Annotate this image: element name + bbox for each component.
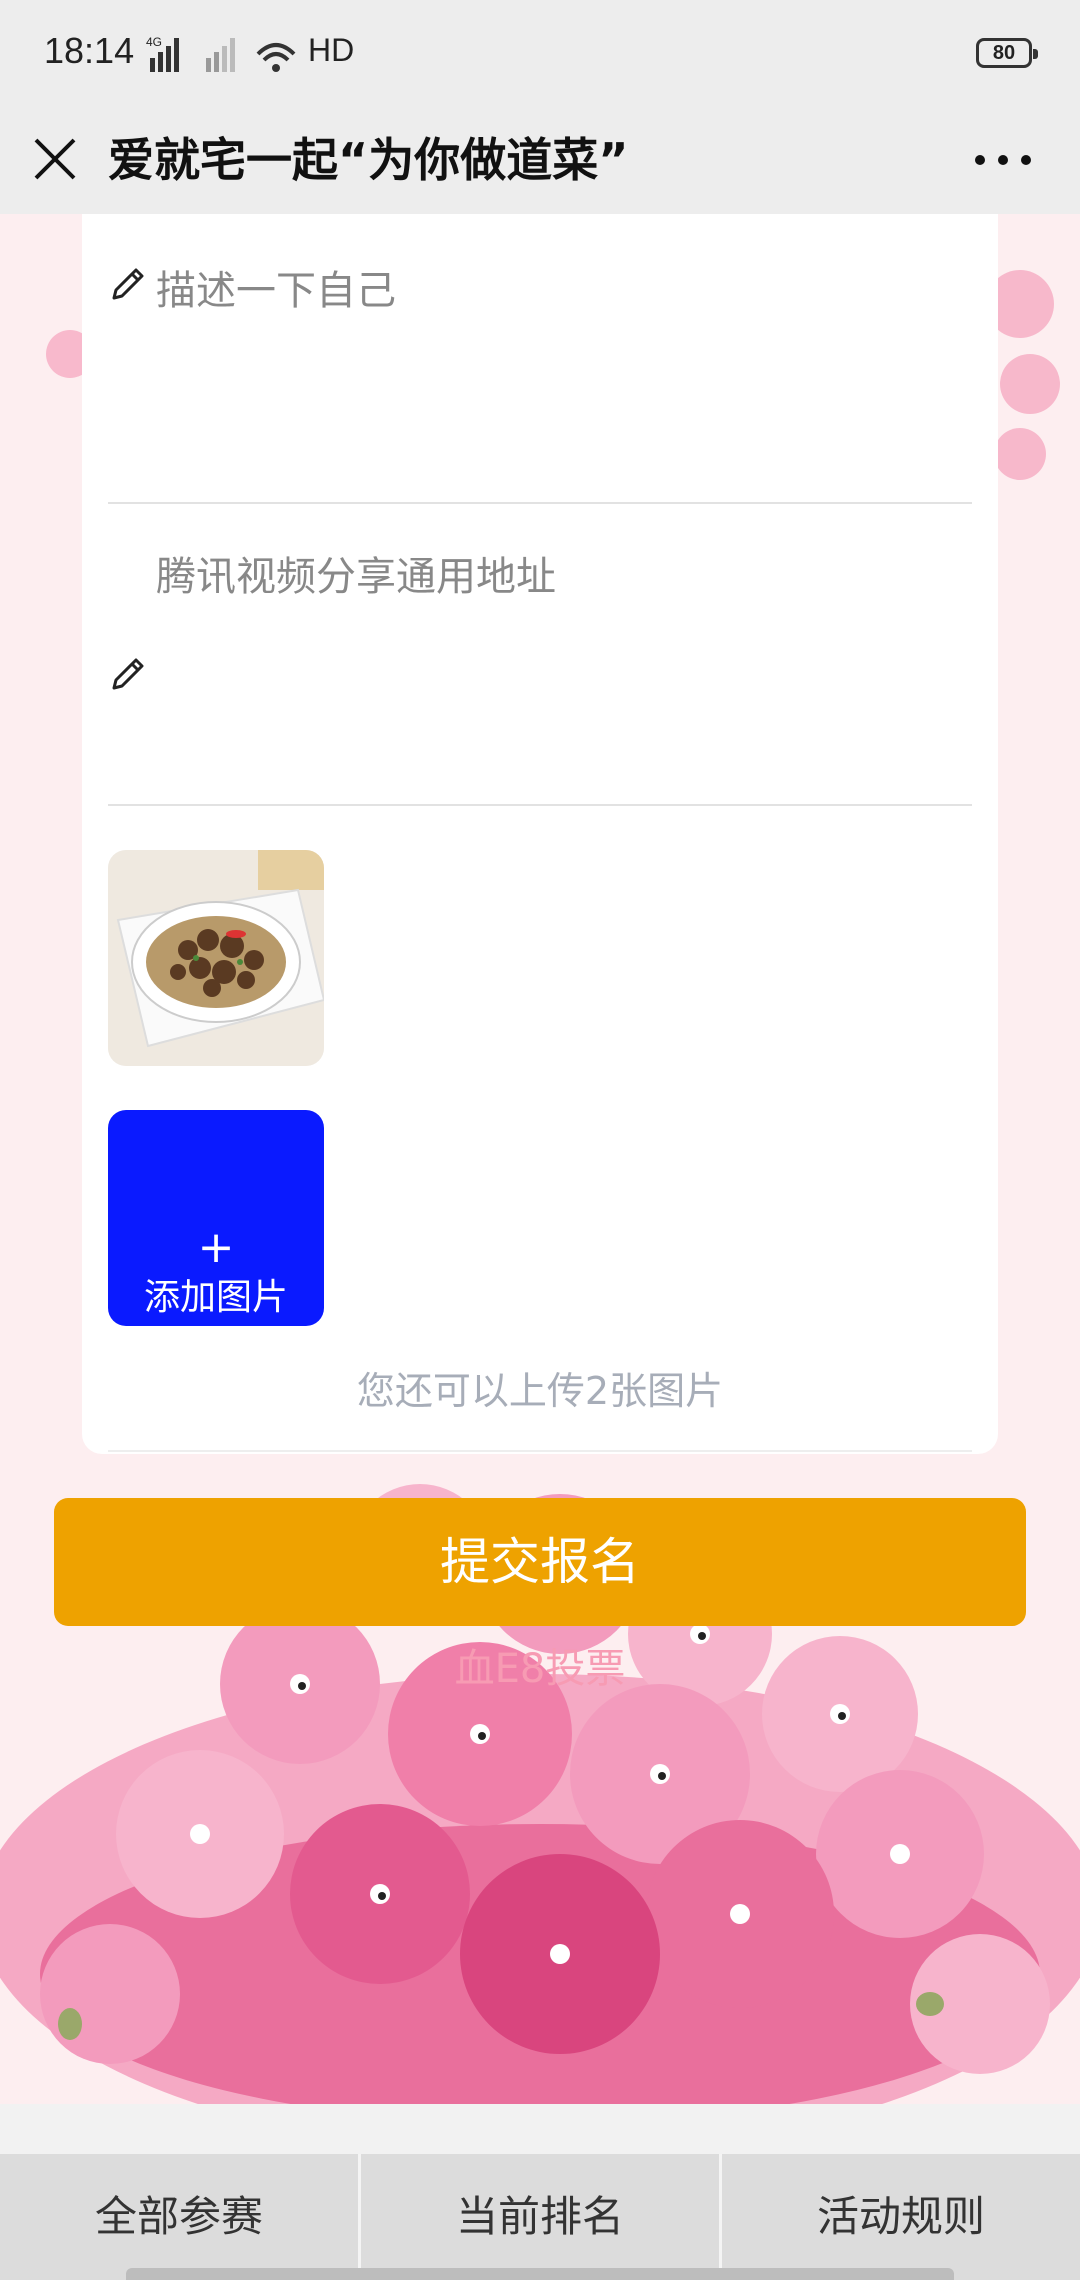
- add-photo-label: 添加图片: [143, 1277, 288, 1318]
- pencil-icon: [112, 658, 144, 690]
- battery-icon: 80: [976, 38, 1038, 68]
- divider: [108, 1450, 972, 1452]
- status-bar: 18:14 4G HD 80: [0, 0, 1080, 110]
- video-url-field[interactable]: 腾讯视频分享通用地址: [108, 504, 972, 806]
- tab-all-entries[interactable]: 全部参赛: [0, 2154, 361, 2280]
- uploaded-photo-thumbnail[interactable]: [108, 850, 324, 1066]
- more-icon[interactable]: [968, 138, 1038, 182]
- close-icon[interactable]: [30, 134, 80, 184]
- food-photo: [108, 850, 324, 1066]
- description-placeholder: 描述一下自己: [156, 268, 396, 314]
- tabbar-spacer: [0, 2104, 1080, 2154]
- nav-bar: 爱就宅一起“为你做道菜”: [0, 110, 1080, 214]
- bottom-tab-bar: 全部参赛 当前排名 活动规则: [0, 2154, 1080, 2280]
- vote-link[interactable]: 血E8投票: [0, 1636, 1080, 1694]
- add-photo-button[interactable]: + 添加图片: [108, 1110, 324, 1326]
- status-time: 18:14: [44, 30, 135, 71]
- home-indicator: [126, 2268, 954, 2280]
- status-hd-label: HD: [308, 32, 355, 68]
- plus-icon: +: [197, 1222, 235, 1273]
- video-url-placeholder: 腾讯视频分享通用地址: [156, 554, 556, 600]
- network-type-label: 4G: [146, 35, 162, 49]
- signup-form-card: 描述一下自己 腾讯视频分享通用地址 + 添加图片 您还可以上传2张图片: [82, 214, 998, 1454]
- pencil-icon: [112, 268, 144, 300]
- tab-current-ranking[interactable]: 当前排名: [361, 2154, 722, 2280]
- battery-level: 80: [992, 41, 1016, 64]
- upload-remaining-hint: 您还可以上传2张图片: [356, 1369, 724, 1413]
- submit-signup-button[interactable]: 提交报名: [54, 1498, 1026, 1626]
- tab-activity-rules[interactable]: 活动规则: [722, 2154, 1080, 2280]
- description-field[interactable]: 描述一下自己: [108, 214, 972, 504]
- page-title: 爱就宅一起“为你做道菜”: [108, 133, 629, 187]
